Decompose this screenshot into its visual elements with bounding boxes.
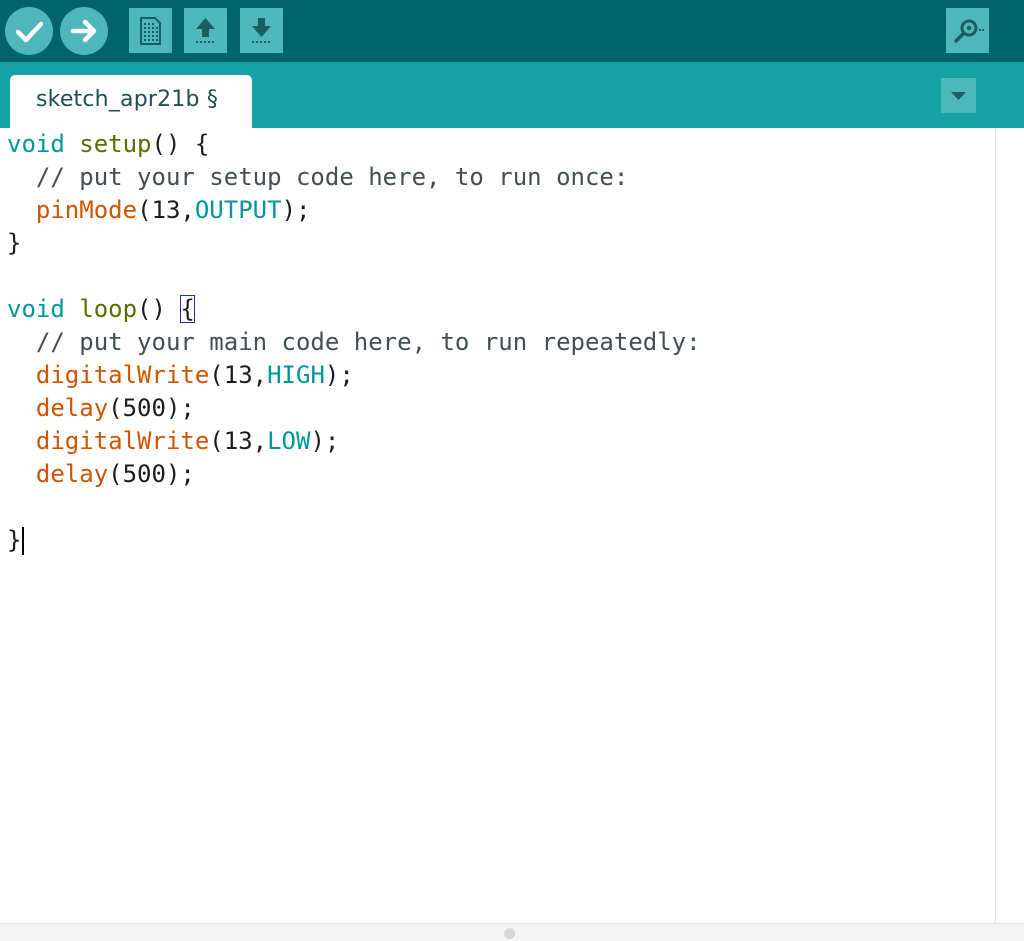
arrow-up-icon xyxy=(196,18,215,43)
code-line[interactable]: delay(500); xyxy=(7,392,701,425)
code-token: setup xyxy=(79,130,152,158)
code-token: ); xyxy=(281,196,311,224)
code-line[interactable]: delay(500); xyxy=(7,458,701,491)
code-token: (13, xyxy=(137,196,195,224)
code-token: ); xyxy=(324,361,354,389)
code-line[interactable]: } xyxy=(7,524,701,557)
code-line[interactable]: digitalWrite(13,LOW); xyxy=(7,425,701,458)
code-token: (500); xyxy=(108,394,195,422)
console-splitter[interactable] xyxy=(0,923,1024,941)
serial-monitor-button[interactable] xyxy=(946,8,989,53)
tab-sketch[interactable]: sketch_apr21b § xyxy=(10,75,252,128)
code-token: } xyxy=(7,229,22,257)
code-token: { xyxy=(180,295,195,323)
tab-menu-button[interactable] xyxy=(941,78,976,113)
code-token: (500); xyxy=(108,460,195,488)
arrow-right-icon xyxy=(70,19,97,43)
code-token: // put your setup code here, to run once… xyxy=(7,163,629,191)
code-token: LOW xyxy=(267,427,311,455)
code-token: loop xyxy=(79,295,138,323)
splitter-handle[interactable] xyxy=(504,928,515,939)
code-token: delay xyxy=(35,394,109,422)
code-token: void xyxy=(7,295,65,323)
code-token: pinMode xyxy=(35,196,138,224)
new-button[interactable] xyxy=(129,8,172,53)
tab-label: sketch_apr21b § xyxy=(36,87,219,112)
open-button[interactable] xyxy=(184,8,227,53)
code-token: OUTPUT xyxy=(194,196,282,224)
code-line[interactable] xyxy=(7,491,701,524)
checkmark-icon xyxy=(15,21,44,43)
vertical-scrollbar[interactable] xyxy=(995,128,1024,923)
code-token: digitalWrite xyxy=(35,427,210,455)
code-token: } xyxy=(7,526,22,554)
save-button[interactable] xyxy=(240,8,283,53)
code-line[interactable]: // put your main code here, to run repea… xyxy=(7,326,701,359)
code-line[interactable]: // put your setup code here, to run once… xyxy=(7,161,701,194)
code-token: () xyxy=(137,295,181,323)
upload-button[interactable] xyxy=(60,7,108,55)
code-token: ); xyxy=(310,427,340,455)
new-file-icon xyxy=(140,17,161,45)
code-token: HIGH xyxy=(267,361,325,389)
code-token: (13, xyxy=(209,427,268,455)
tab-strip: sketch_apr21b § xyxy=(0,62,1024,128)
code-line[interactable]: void setup() { xyxy=(7,128,701,161)
toolbar xyxy=(0,0,1024,62)
code-line[interactable] xyxy=(7,260,701,293)
chevron-down-icon xyxy=(951,92,966,100)
arrow-down-icon xyxy=(252,18,271,43)
text-caret xyxy=(22,527,25,555)
code-text[interactable]: void setup() { // put your setup code he… xyxy=(7,128,701,557)
code-token: void xyxy=(7,130,65,158)
verify-button[interactable] xyxy=(5,7,53,55)
code-token: () { xyxy=(151,130,210,158)
code-line[interactable]: } xyxy=(7,227,701,260)
magnifier-icon xyxy=(954,19,984,43)
code-token: // put your main code here, to run repea… xyxy=(7,328,701,356)
code-line[interactable]: digitalWrite(13,HIGH); xyxy=(7,359,701,392)
code-token: digitalWrite xyxy=(35,361,210,389)
code-line[interactable]: pinMode(13,OUTPUT); xyxy=(7,194,701,227)
arduino-ide-window: sketch_apr21b § void setup() { // put yo… xyxy=(0,0,1024,941)
code-line[interactable]: void loop() { xyxy=(7,293,701,326)
code-token: (13, xyxy=(209,361,268,389)
code-editor[interactable]: void setup() { // put your setup code he… xyxy=(0,128,995,923)
code-token: delay xyxy=(35,460,109,488)
